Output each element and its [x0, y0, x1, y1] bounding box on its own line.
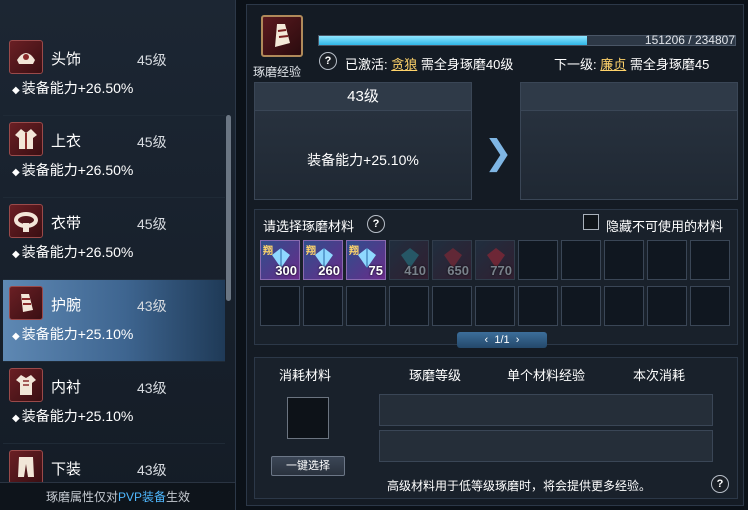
equip-level: 43级 [137, 298, 167, 314]
current-level-card: 43级 装备能力+25.10% [254, 82, 472, 200]
material-panel: 请选择琢磨材料 ? 隐藏不可使用的材料 翔 300 翔 260 翔 75 410 [254, 209, 738, 348]
empty-slot[interactable] [690, 286, 730, 326]
next-level-card [520, 82, 738, 200]
empty-slot[interactable] [475, 286, 515, 326]
empty-slot[interactable] [303, 286, 343, 326]
active-set-link[interactable]: 贪狼 [391, 57, 417, 72]
consume-panel: 消耗材料 琢磨等级 单个材料经验 本次消耗 一键选择 高级材料用于低等级琢磨时，… [254, 357, 738, 499]
bracer-icon [9, 286, 43, 320]
empty-slot[interactable] [561, 286, 601, 326]
consume-material-slot[interactable] [287, 397, 329, 439]
equip-name: 头饰 [51, 51, 82, 68]
equip-name: 上衣 [51, 133, 82, 150]
col-single-exp: 单个材料经验 [507, 368, 586, 383]
equip-name: 下装 [51, 461, 82, 478]
equip-level: 43级 [137, 380, 167, 396]
empty-slot[interactable] [260, 286, 300, 326]
equip-name: 护腕 [51, 297, 82, 314]
empty-slot[interactable] [647, 286, 687, 326]
pants-icon [9, 450, 43, 482]
chevron-right-icon: ❯ [484, 134, 513, 172]
col-consume-material: 消耗材料 [279, 368, 332, 383]
material-grid: 翔 300 翔 260 翔 75 410 650 770 [260, 240, 730, 326]
polish-exp-text: 151206 / 234807 [644, 33, 735, 47]
material-slot-disabled[interactable]: 770 [475, 240, 515, 280]
equip-item-belt[interactable]: 衣带 45级 ◆ 装备能力+26.50% [3, 198, 225, 280]
equip-level: 45级 [137, 134, 167, 150]
col-this-consume: 本次消耗 [633, 368, 686, 383]
headgear-icon [9, 40, 43, 74]
equip-item-inner[interactable]: 内衬 43级 ◆ 装备能力+25.10% [3, 362, 225, 444]
one-click-select-button[interactable]: 一键选择 [271, 456, 345, 476]
polish-exp-label: 琢磨经验 [253, 65, 302, 79]
pvp-note: 琢磨属性仅对 PVP装备 生效 [0, 482, 235, 510]
material-slot-disabled[interactable]: 410 [389, 240, 429, 280]
current-level: 43级 [255, 83, 471, 111]
empty-slot[interactable] [518, 240, 558, 280]
equip-stat: ◆ 装备能力+25.10% [12, 326, 134, 342]
equip-stat: ◆ 装备能力+25.10% [12, 408, 134, 424]
equip-level: 45级 [137, 216, 167, 232]
current-stat: 装备能力+25.10% [307, 152, 419, 168]
equip-name: 衣带 [51, 215, 82, 232]
active-set-line: 已激活: 贪狼 需全身琢磨40级 [345, 57, 514, 72]
equipment-list: 头饰 45级 ◆ 装备能力+26.50% 上衣 45级 ◆ 装备能力+26.50% … [3, 34, 225, 482]
consume-row [379, 430, 713, 462]
empty-slot[interactable] [518, 286, 558, 326]
equip-stat: ◆ 装备能力+26.50% [12, 162, 134, 178]
consume-row [379, 394, 713, 426]
equip-level: 43级 [137, 462, 167, 478]
material-slot[interactable]: 翔 75 [346, 240, 386, 280]
empty-slot[interactable] [604, 240, 644, 280]
equip-name: 内衬 [51, 379, 82, 396]
material-slot[interactable]: 翔 300 [260, 240, 300, 280]
empty-slot[interactable] [561, 240, 601, 280]
hide-unusable-label: 隐藏不可使用的材料 [606, 219, 724, 234]
hide-unusable-checkbox[interactable] [583, 214, 599, 230]
help-button[interactable]: ? [319, 52, 337, 70]
empty-slot[interactable] [690, 240, 730, 280]
equip-item-head[interactable]: 头饰 45级 ◆ 装备能力+26.50% [3, 34, 225, 116]
list-scrollbar[interactable] [226, 115, 231, 301]
inner-shirt-icon [9, 368, 43, 402]
equip-item-bracer[interactable]: 护腕 43级 ◆ 装备能力+25.10% [3, 280, 225, 362]
polish-exp-fill [319, 36, 587, 45]
equipment-list-panel: 头饰 45级 ◆ 装备能力+26.50% 上衣 45级 ◆ 装备能力+26.50% … [0, 0, 236, 510]
material-slot[interactable]: 翔 260 [303, 240, 343, 280]
empty-slot[interactable] [432, 286, 472, 326]
material-slot-disabled[interactable]: 650 [432, 240, 472, 280]
equip-item-pants[interactable]: 下装 43级 [3, 444, 225, 482]
consume-help-button[interactable]: ? [711, 475, 729, 493]
material-tip: 高级材料用于低等级琢磨时，将会提供更多经验。 [387, 479, 652, 493]
col-polish-level: 琢磨等级 [409, 368, 462, 383]
next-stat [521, 111, 737, 150]
robe-icon [9, 122, 43, 156]
polish-panel: 琢磨经验 151206 / 234807 ? 已激活: 贪狼 需全身琢磨40级 … [246, 4, 744, 506]
material-title: 请选择琢磨材料 [263, 219, 355, 234]
belt-icon [9, 204, 43, 238]
polish-skill-icon [261, 15, 303, 57]
equip-level: 45级 [137, 52, 167, 68]
chevron-left-icon[interactable]: ‹ [485, 334, 489, 346]
equip-stat: ◆ 装备能力+26.50% [12, 244, 134, 260]
empty-slot[interactable] [346, 286, 386, 326]
material-help-button[interactable]: ? [367, 215, 385, 233]
empty-slot[interactable] [389, 286, 429, 326]
empty-slot[interactable] [604, 286, 644, 326]
next-level [521, 83, 737, 111]
equip-item-top[interactable]: 上衣 45级 ◆ 装备能力+26.50% [3, 116, 225, 198]
page-control[interactable]: ‹ 1/1 › [457, 332, 547, 348]
chevron-right-icon[interactable]: › [516, 334, 520, 346]
equip-stat: ◆ 装备能力+26.50% [12, 80, 134, 96]
empty-slot[interactable] [647, 240, 687, 280]
next-set-link[interactable]: 廉贞 [600, 57, 626, 72]
next-set-line: 下一级: 廉贞 需全身琢磨45 [554, 57, 710, 72]
